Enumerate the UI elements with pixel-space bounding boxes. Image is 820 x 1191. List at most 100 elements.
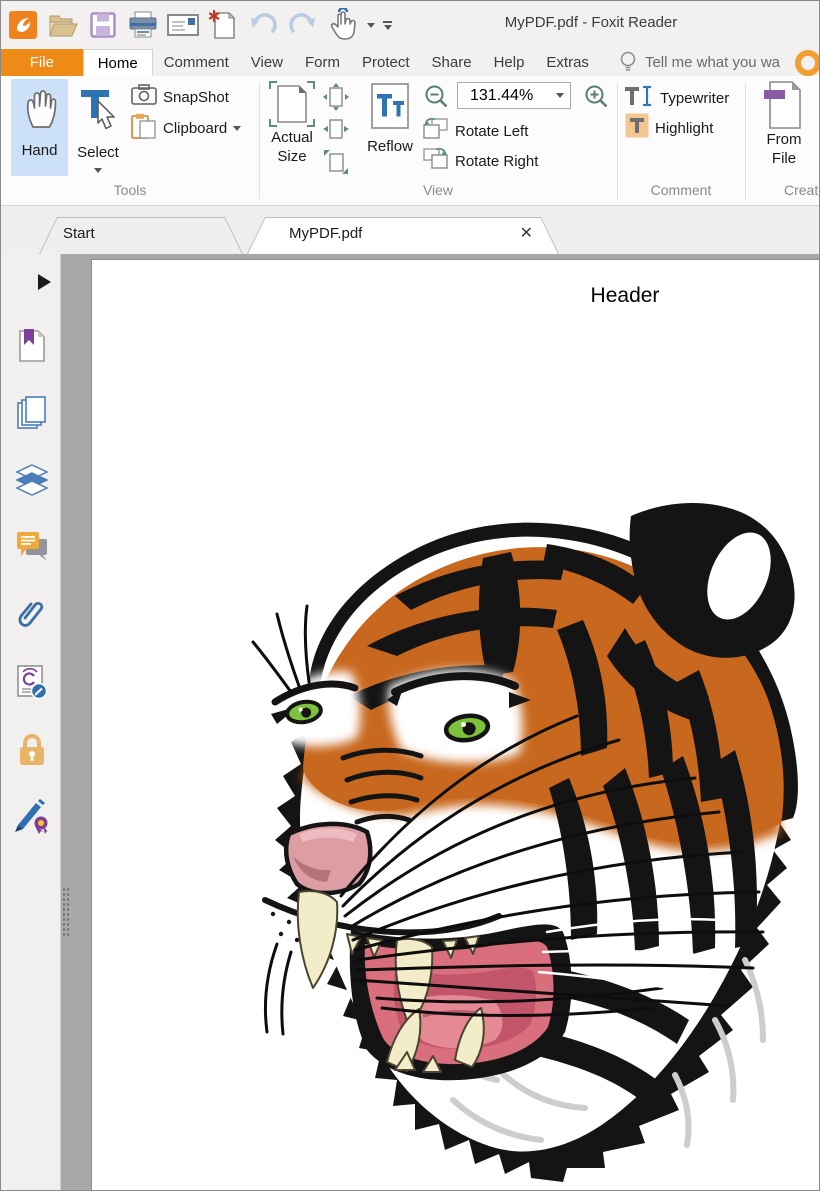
create-blank-pdf-icon[interactable]	[207, 9, 239, 41]
zoom-in-button[interactable]	[584, 84, 609, 114]
typewriter-label: Typewriter	[660, 90, 729, 107]
sidebar-panel-security[interactable]	[15, 732, 49, 768]
document-tab-strip: Start MyPDF.pdf ✕	[1, 206, 820, 254]
doc-tab-start-label: Start	[63, 225, 95, 242]
foxit-logo-icon[interactable]	[7, 9, 39, 41]
highlight-button[interactable]: Highlight	[625, 113, 713, 143]
select-icon	[78, 87, 118, 138]
tab-protect[interactable]: Protect	[351, 49, 421, 76]
fit-page-icon	[323, 83, 349, 111]
rotate-right-label: Rotate Right	[455, 153, 538, 170]
sidebar-resize-grip[interactable]	[61, 886, 70, 938]
email-icon[interactable]	[167, 9, 199, 41]
expand-arrow-icon	[38, 274, 51, 290]
close-tab-icon[interactable]: ✕	[520, 224, 533, 244]
redo-icon[interactable]	[287, 9, 319, 41]
select-label: Select	[77, 144, 119, 161]
foxit-reader-window: MyPDF.pdf - Foxit Reader File Home Comme…	[0, 0, 820, 1191]
rotate-left-button[interactable]: Rotate Left	[422, 116, 528, 146]
pdf-page: Header	[91, 259, 820, 1191]
tiger-illustration	[247, 500, 817, 1190]
view-group-label: View	[259, 182, 617, 198]
zoom-in-icon	[584, 84, 609, 109]
tab-form[interactable]: Form	[294, 49, 351, 76]
sidebar-panel-bookmarks[interactable]	[15, 328, 49, 364]
tell-me-search[interactable]: Tell me what you wa	[618, 49, 820, 76]
ribbon: Hand Select SnapShot Clipboard Tools	[1, 76, 820, 206]
window-title: MyPDF.pdf - Foxit Reader	[505, 14, 678, 31]
snapshot-camera-icon	[131, 84, 157, 111]
clipboard-button[interactable]: Clipboard	[131, 113, 241, 144]
touch-mode-dropdown-icon[interactable]	[367, 23, 375, 28]
tab-share[interactable]: Share	[421, 49, 483, 76]
sidebar-panel-layers[interactable]	[15, 462, 49, 498]
from-file-label-1: From	[767, 130, 802, 149]
select-dropdown-icon[interactable]	[94, 168, 102, 173]
sidebar-panel-comments[interactable]	[15, 529, 49, 565]
sidebar-panel-signatures[interactable]	[15, 798, 49, 834]
actual-size-button[interactable]: Actual Size	[267, 80, 317, 166]
tab-extras[interactable]: Extras	[535, 49, 600, 76]
comments-icon	[16, 531, 48, 563]
bookmarks-icon	[17, 329, 47, 363]
expand-panel-button[interactable]	[27, 264, 61, 300]
create-group-label: Create	[745, 182, 820, 198]
zoom-level-combo[interactable]	[457, 82, 571, 109]
from-file-button[interactable]: From File	[753, 80, 815, 168]
sidebar-panel-rights-management[interactable]	[15, 664, 49, 700]
zoom-out-button[interactable]	[424, 84, 449, 114]
fit-width-button[interactable]	[323, 117, 349, 146]
help-orb-icon[interactable]	[795, 50, 820, 76]
tab-comment[interactable]: Comment	[153, 49, 240, 76]
open-file-icon[interactable]	[47, 9, 79, 41]
select-tool-button[interactable]: Select	[71, 79, 125, 176]
menu-bar: File Home Comment View Form Protect Shar…	[1, 49, 820, 76]
from-file-label-2: File	[772, 149, 796, 168]
fit-page-button[interactable]	[323, 83, 349, 116]
hand-label: Hand	[22, 142, 58, 159]
from-file-icon	[762, 80, 806, 130]
highlight-label: Highlight	[655, 120, 713, 137]
typewriter-icon	[625, 85, 654, 112]
fit-width-icon	[323, 117, 349, 141]
navigation-sidebar	[1, 254, 61, 1191]
fit-visible-button[interactable]	[323, 149, 349, 180]
doc-tab-start[interactable]: Start	[39, 217, 243, 254]
title-bar: MyPDF.pdf - Foxit Reader	[1, 1, 820, 49]
zoom-out-icon	[424, 84, 449, 109]
layers-icon	[16, 464, 48, 496]
hand-tool-button[interactable]: Hand	[11, 79, 68, 176]
tools-group-label: Tools	[1, 182, 259, 198]
reflow-icon	[368, 82, 412, 130]
customize-toolbar-icon[interactable]	[383, 21, 392, 30]
touch-mode-icon[interactable]	[327, 9, 359, 41]
doc-tab-mypdf-label: MyPDF.pdf	[289, 225, 362, 242]
save-icon[interactable]	[87, 9, 119, 41]
tab-home[interactable]: Home	[83, 49, 153, 76]
reflow-button[interactable]: Reflow	[361, 82, 419, 155]
tab-view[interactable]: View	[240, 49, 294, 76]
print-icon[interactable]	[127, 9, 159, 41]
typewriter-button[interactable]: Typewriter	[625, 85, 729, 112]
sidebar-panel-attachments[interactable]	[15, 597, 49, 633]
file-menu-button[interactable]: File	[1, 49, 83, 76]
sidebar-panel-pages[interactable]	[15, 395, 49, 431]
snapshot-button[interactable]: SnapShot	[131, 84, 229, 111]
document-area: Header	[1, 254, 820, 1191]
rights-management-icon	[15, 664, 49, 700]
doc-tab-mypdf[interactable]: MyPDF.pdf ✕	[247, 217, 559, 254]
tab-help[interactable]: Help	[483, 49, 536, 76]
rotate-left-icon	[422, 116, 449, 146]
page-thumbnails-icon	[17, 396, 47, 430]
page-header-text: Header	[591, 284, 660, 308]
clipboard-icon	[131, 113, 157, 144]
rotate-right-button[interactable]: Rotate Right	[422, 146, 538, 176]
zoom-dropdown-icon[interactable]	[550, 83, 570, 108]
undo-icon[interactable]	[247, 9, 279, 41]
snapshot-label: SnapShot	[163, 89, 229, 106]
rotate-left-label: Rotate Left	[455, 123, 528, 140]
tell-me-placeholder: Tell me what you wa	[645, 54, 780, 71]
actual-size-label-1: Actual	[271, 128, 313, 147]
clipboard-dropdown-icon[interactable]	[233, 126, 241, 131]
zoom-level-input[interactable]	[458, 87, 550, 105]
